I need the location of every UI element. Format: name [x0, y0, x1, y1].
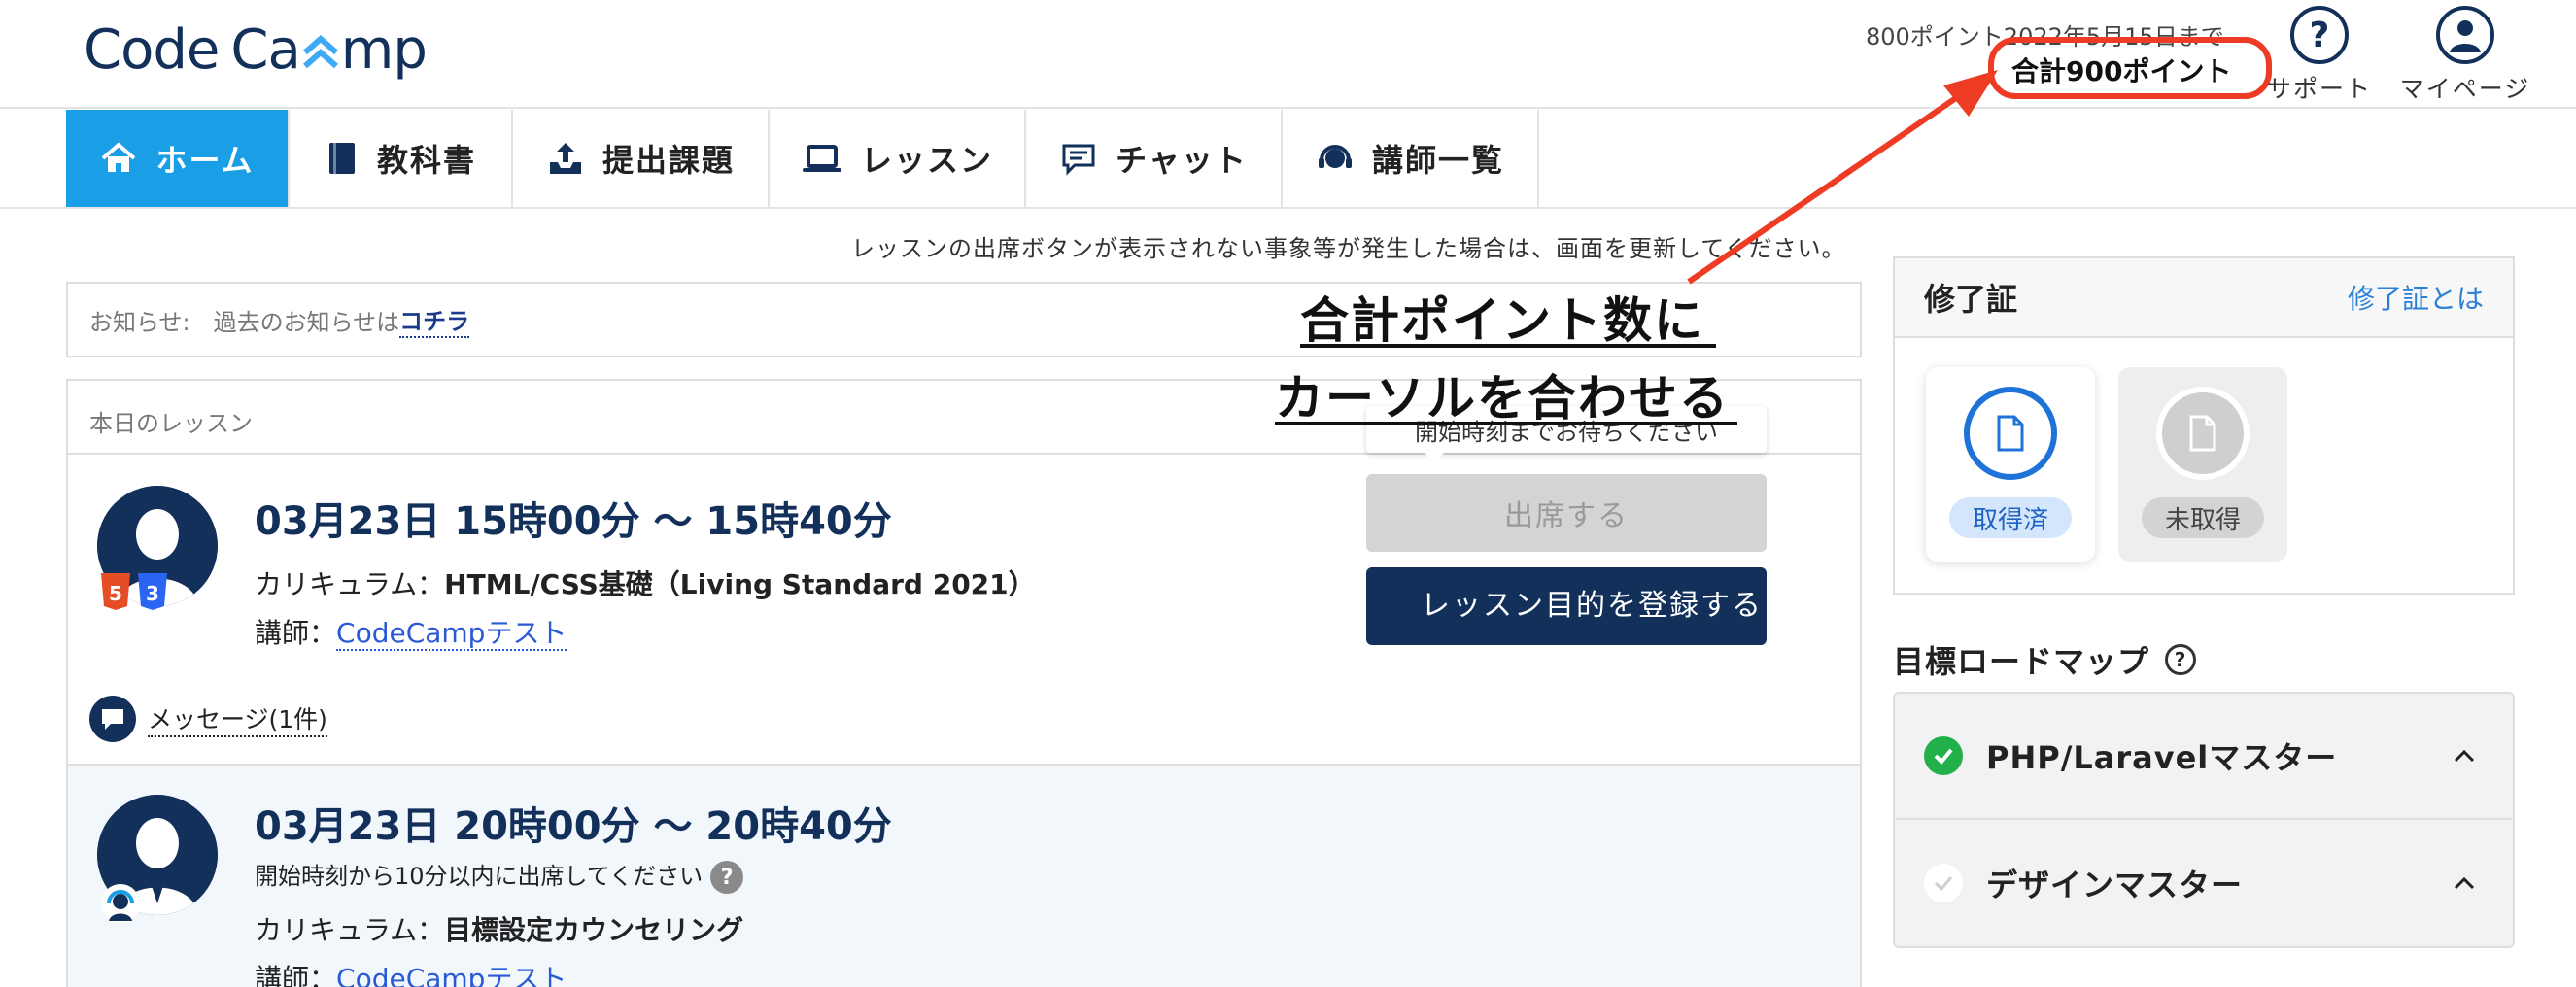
annotation-line1: 合計ポイント数に — [1300, 292, 1704, 349]
check-circle-icon — [1924, 864, 1963, 902]
document-icon — [2156, 387, 2250, 480]
annotation-underline — [1300, 344, 1716, 348]
document-icon — [1964, 387, 2057, 480]
roadmap-item-label: デザインマスター — [1986, 867, 2244, 903]
check-circle-icon — [1924, 736, 1963, 775]
help-icon[interactable]: ? — [2165, 644, 2197, 675]
badge-status: 取得済 — [1949, 497, 2072, 538]
certificate-badge-not-acquired[interactable]: 未取得 — [2118, 367, 2287, 562]
chevron-up-icon[interactable] — [2445, 736, 2484, 775]
annotation-underline — [1275, 422, 1737, 425]
certificate-info-link[interactable]: 修了証とは — [2348, 278, 2484, 317]
badge-status: 未取得 — [2142, 497, 2264, 538]
certificate-header: 修了証 修了証とは — [1895, 258, 2513, 338]
roadmap-panel: PHP/Laravelマスター デザインマスター — [1893, 692, 2515, 948]
chevron-up-icon[interactable] — [2445, 864, 2484, 902]
roadmap-title-text: 目標ロードマップ — [1893, 643, 2150, 680]
roadmap-item[interactable]: PHP/Laravelマスター — [1895, 694, 2513, 820]
roadmap-item[interactable]: デザインマスター — [1895, 820, 2513, 946]
certificate-panel: 修了証 修了証とは 取得済 未取得 — [1893, 256, 2515, 595]
annotation-line2: カーソルを合わせる — [1275, 370, 1730, 426]
certificate-badge-acquired[interactable]: 取得済 — [1926, 367, 2095, 562]
certificate-title: 修了証 — [1924, 281, 2018, 318]
roadmap-title: 目標ロードマップ ? — [1893, 637, 2197, 682]
roadmap-item-label: PHP/Laravelマスター — [1986, 739, 2338, 776]
